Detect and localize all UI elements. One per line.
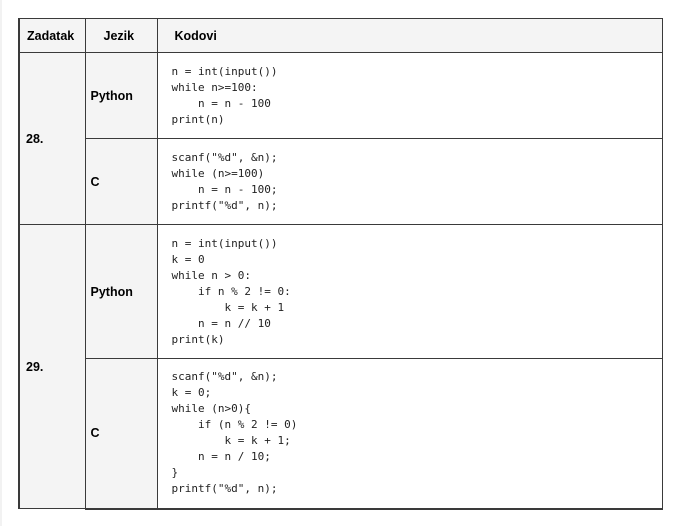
code-cell: n = int(input()) k = 0 while n > 0: if n… (156, 224, 663, 359)
page-edge (0, 0, 2, 526)
code-block: n = int(input()) while n>=100: n = n - 1… (171, 64, 278, 126)
code-comparison-table: Zadatak Jezik Kodovi 28. Python n = int(… (18, 18, 663, 510)
header-code: Kodovi (156, 18, 663, 53)
code-cell: n = int(input()) while n>=100: n = n - 1… (156, 52, 663, 139)
code-cell: scanf("%d", &n); k = 0; while (n>0){ if … (156, 358, 663, 510)
table-row: C scanf("%d", &n); while (n>=100) n = n … (19, 138, 663, 225)
header-language: Jezik (84, 18, 158, 53)
header-task: Zadatak (18, 18, 86, 53)
language-cell: C (84, 138, 158, 225)
table-row: 28. Python n = int(input()) while n>=100… (18, 52, 663, 225)
code-cell: scanf("%d", &n); while (n>=100) n = n - … (156, 138, 663, 225)
header-row: Zadatak Jezik Kodovi (18, 18, 663, 53)
code-block: scanf("%d", &n); while (n>=100) n = n - … (171, 150, 278, 212)
code-block: scanf("%d", &n); k = 0; while (n>0){ if … (171, 370, 298, 496)
language-cell: Python (84, 224, 158, 359)
language-cell: Python (84, 52, 158, 139)
code-block: n = int(input()) k = 0 while n > 0: if n… (171, 236, 291, 346)
table-row: 29. Python n = int(input()) k = 0 while … (18, 224, 663, 509)
task-number-28: 28. (18, 52, 86, 225)
table-row: C scanf("%d", &n); k = 0; while (n>0){ i… (19, 358, 663, 510)
language-cell: C (84, 358, 158, 510)
task-number-29: 29. (18, 224, 86, 509)
